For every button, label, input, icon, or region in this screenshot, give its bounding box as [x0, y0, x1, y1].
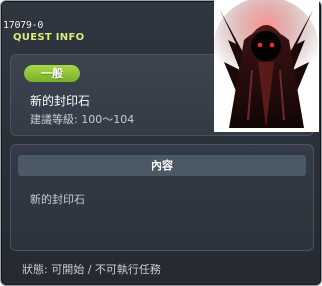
npc-portrait-icon — [214, 0, 319, 132]
level-requirement: 建議等級: 100～104 — [30, 113, 135, 126]
category-badge: 一般 — [24, 65, 80, 82]
quest-name: 新的封印石 — [30, 94, 91, 108]
portrait-eye-left — [257, 42, 263, 48]
quest-id: 17079-0 — [3, 20, 44, 31]
portrait-eye-right — [269, 42, 275, 48]
window-title: QUEST INFO — [13, 32, 85, 43]
quest-status: 狀態: 可開始 / 不可執行任務 — [22, 263, 161, 276]
content-header: 內容 — [18, 155, 306, 176]
quest-content-panel: 內容 新的封印石 — [10, 144, 314, 251]
portrait-face — [251, 31, 281, 61]
content-text: 新的封印石 — [30, 193, 85, 206]
